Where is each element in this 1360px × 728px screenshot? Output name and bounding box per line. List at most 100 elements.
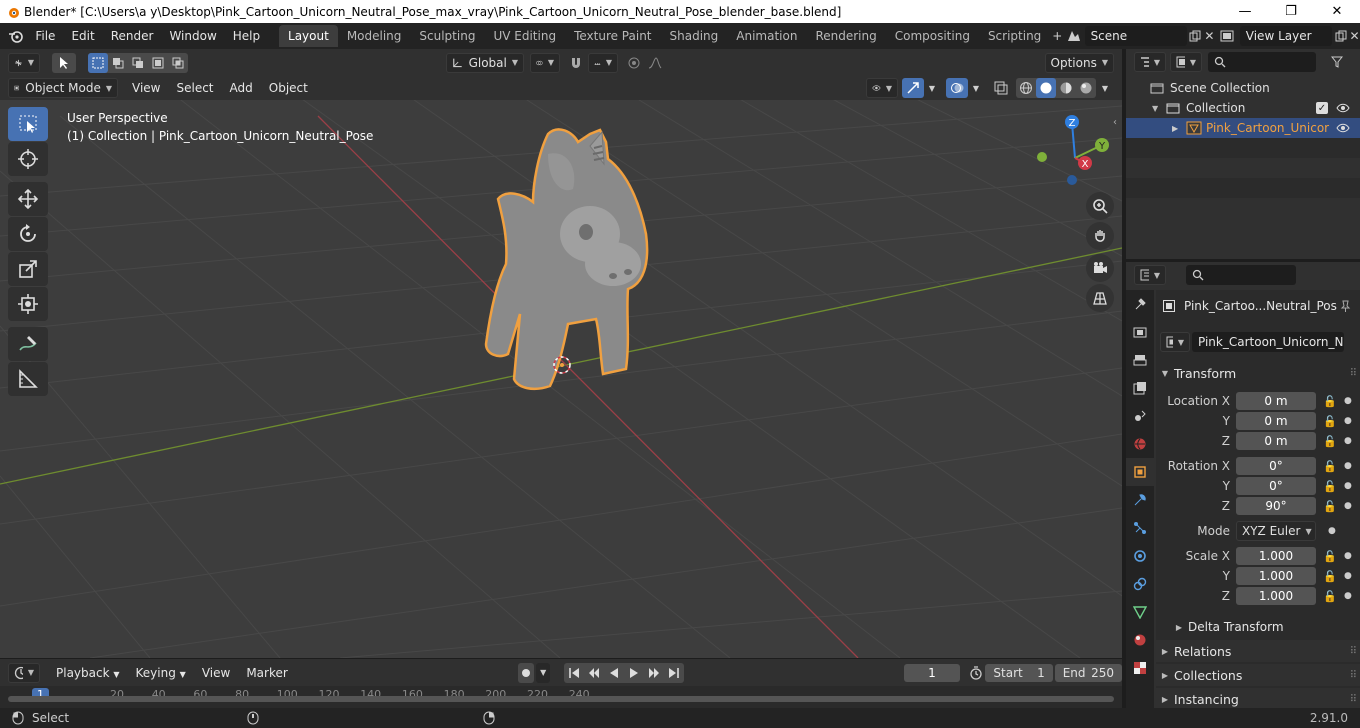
keyframe-dot-icon[interactable]: ● [1344,501,1354,511]
menu-window[interactable]: Window [161,25,224,47]
select-new-icon[interactable] [88,52,108,73]
scale-y-field[interactable]: 1.000 [1236,567,1316,585]
tab-modeling[interactable]: Modeling [338,25,411,47]
keyframe-dot-icon[interactable]: ● [1344,591,1354,601]
3d-viewport[interactable] [0,76,1122,658]
lock-icon[interactable]: 🔓 [1322,570,1338,583]
menu-file[interactable]: File [27,25,63,47]
blender-menu-icon[interactable] [4,26,27,46]
lock-icon[interactable]: 🔓 [1322,480,1338,493]
transform-tool[interactable] [8,287,48,321]
jump-keyframe-forward-icon[interactable] [644,663,664,683]
menu-render[interactable]: Render [103,25,162,47]
timeline-menu-keying[interactable]: Keying ▼ [128,662,194,684]
viewport-menu-add[interactable]: Add [222,77,261,99]
auto-keying-icon[interactable] [517,662,535,683]
object-name-field[interactable]: Pink_Cartoon_Unicorn_Neut... [1192,332,1344,352]
location-x-field[interactable]: 0 m [1236,392,1316,410]
viewport-menu-object[interactable]: Object [261,77,316,99]
tab-layout[interactable]: Layout [279,25,338,47]
viewport-menu-view[interactable]: View [124,77,168,99]
location-y-field[interactable]: 0 m [1236,412,1316,430]
sidebar-toggle-icon[interactable]: ‹ [1113,117,1117,128]
scale-tool[interactable] [8,252,48,286]
outliner-display-mode-dropdown[interactable]: ▼ [1170,52,1202,72]
keyframe-dot-icon[interactable]: ● [1344,461,1354,471]
timeline-menu-playback[interactable]: Playback ▼ [48,662,128,684]
select-extend-icon[interactable] [108,53,128,73]
physics-properties-tab-icon[interactable] [1126,542,1154,570]
outliner-search-input[interactable] [1208,52,1316,72]
falloff-icon[interactable] [644,53,666,73]
outliner-object-row[interactable]: ▶ Pink_Cartoon_Unicor [1126,118,1360,138]
keyframe-dot-icon[interactable]: ● [1344,481,1354,491]
drag-handle-icon[interactable]: ⠿ [1350,646,1357,657]
jump-end-icon[interactable] [664,663,684,683]
outliner-scene-collection[interactable]: Scene Collection [1126,78,1360,98]
texture-properties-tab-icon[interactable] [1126,654,1154,682]
filter-icon[interactable] [1326,52,1348,72]
play-reverse-icon[interactable] [604,663,624,683]
modifier-properties-tab-icon[interactable] [1126,486,1154,514]
select-intersect-icon[interactable] [168,53,188,73]
new-view-layer-icon[interactable] [1332,26,1349,46]
select-box-tool[interactable] [8,107,48,141]
drag-handle-icon[interactable]: ⠿ [1350,670,1357,681]
material-properties-tab-icon[interactable] [1126,626,1154,654]
keyframe-dot-icon[interactable]: ● [1344,551,1354,561]
constraints-properties-tab-icon[interactable] [1126,570,1154,598]
shading-dropdown-icon[interactable]: ▼ [1096,78,1114,98]
new-scene-icon[interactable] [1187,26,1204,46]
add-workspace-icon[interactable]: + [1050,26,1064,46]
keyframe-dot-icon[interactable]: ● [1344,571,1354,581]
drag-handle-icon[interactable]: ⠿ [1350,694,1357,705]
pan-hand-icon[interactable] [1086,222,1114,250]
close-button[interactable]: ✕ [1314,0,1360,23]
keying-set-dropdown-icon[interactable]: ▼ [536,662,550,683]
ortho-grid-icon[interactable] [1086,284,1114,312]
tool-properties-tab-icon[interactable] [1126,290,1154,318]
keyframe-dot-icon[interactable]: ● [1344,436,1354,446]
outliner-collection[interactable]: ▼ Collection ✓ [1126,98,1360,118]
snap-target-dropdown[interactable]: ▼ [588,52,618,73]
start-frame-field[interactable]: Start 1 [985,663,1053,682]
camera-view-icon[interactable] [1086,254,1114,282]
rotation-x-field[interactable]: 0° [1236,457,1316,475]
tab-uv-editing[interactable]: UV Editing [484,25,565,47]
snap-icon[interactable] [566,53,586,73]
shading-wireframe-icon[interactable] [1016,78,1036,98]
scene-icon[interactable] [1064,26,1084,46]
rotation-y-field[interactable]: 0° [1236,477,1316,495]
lock-icon[interactable]: 🔓 [1322,435,1338,448]
pin-icon[interactable] [1339,300,1351,312]
render-properties-tab-icon[interactable] [1126,318,1154,346]
timeline-scrollbar[interactable] [8,696,1114,702]
timeline-menu-marker[interactable]: Marker [238,662,295,684]
shading-solid-icon[interactable] [1036,78,1056,98]
outliner-editor-type-dropdown[interactable]: ▼ [1134,52,1166,72]
rotation-mode-dropdown[interactable]: XYZ Euler ▼ [1236,521,1316,541]
navigation-gizmo[interactable]: Z Y X [1030,110,1120,195]
transform-section-header[interactable]: ▼ Transform ⠿ [1156,362,1360,384]
gizmo-neg-z-axis[interactable] [1067,175,1077,185]
world-properties-tab-icon[interactable] [1126,430,1154,458]
lock-icon[interactable]: 🔓 [1322,500,1338,513]
rotate-tool[interactable] [8,217,48,251]
maximize-button[interactable]: ❐ [1268,0,1314,23]
properties-search-input[interactable] [1186,265,1296,285]
tab-shading[interactable]: Shading [661,25,728,47]
pivot-point-dropdown[interactable]: ▼ [530,52,560,73]
location-z-field[interactable]: 0 m [1236,432,1316,450]
particles-properties-tab-icon[interactable] [1126,514,1154,542]
remove-scene-icon[interactable]: ✕ [1204,26,1215,46]
output-properties-tab-icon[interactable] [1126,346,1154,374]
editor-type-dropdown[interactable]: ▼ [8,52,40,73]
object-mode-dropdown[interactable]: Object Mode ▼ [8,78,118,98]
preview-range-icon[interactable] [966,663,986,683]
keyframe-dot-icon[interactable]: ● [1344,416,1354,426]
tab-sculpting[interactable]: Sculpting [410,25,484,47]
lock-icon[interactable]: 🔓 [1322,590,1338,603]
gizmo-neg-y-axis[interactable] [1037,152,1047,162]
delta-transform-section[interactable]: ▶ Delta Transform [1156,616,1360,638]
zoom-icon[interactable] [1086,192,1114,220]
